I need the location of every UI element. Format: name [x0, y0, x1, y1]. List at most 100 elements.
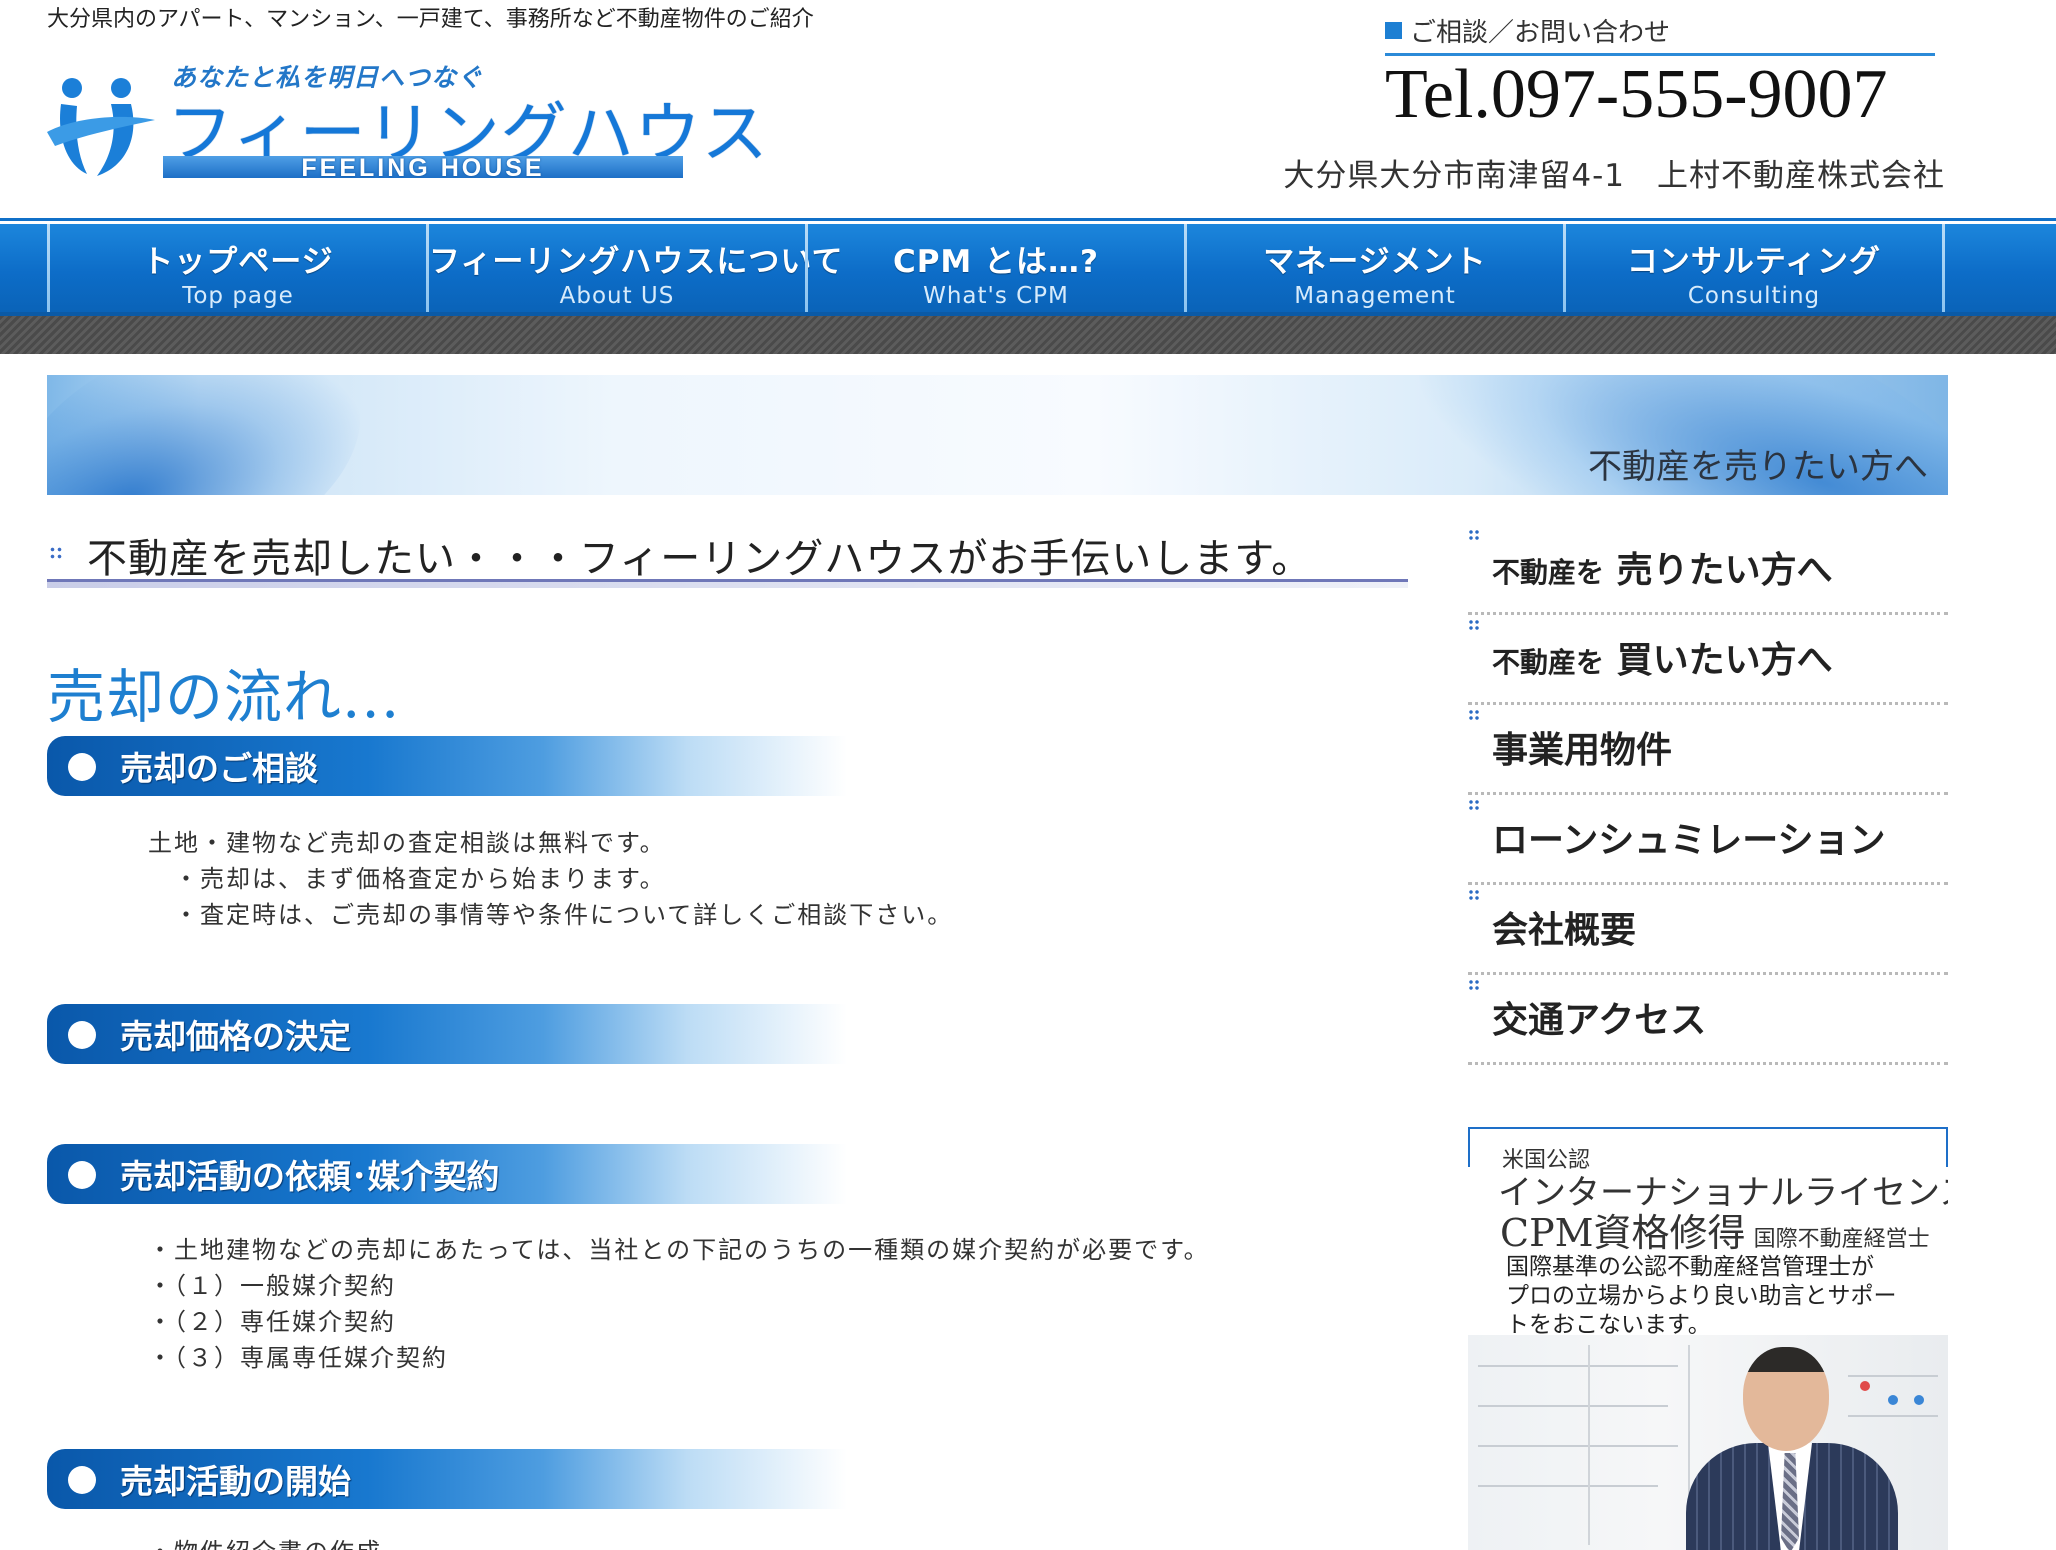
nav-separator	[1942, 224, 1945, 312]
sidebar-item-business[interactable]: 事業用物件	[1468, 705, 1948, 795]
nav-item-management[interactable]: マネージメント Management	[1187, 224, 1563, 312]
whiteboard-line	[1848, 1415, 1938, 1417]
dots-bullet-icon	[1468, 529, 1480, 541]
company-address: 大分県大分市南津留4-1 上村不動産株式会社	[1283, 158, 1945, 194]
step-label: 売却活動の開始	[120, 1462, 351, 1501]
step-header-consultation: 売却のご相談	[47, 736, 847, 796]
step-text-line: ・土地建物などの売却にあたっては、当社との下記のうちの一種類の媒介契約が必要です…	[148, 1236, 1210, 1264]
sidebar-item-buy[interactable]: 不動産を 買いたい方へ	[1468, 615, 1948, 705]
sidebar-item-loan-simulation[interactable]: ローンシュミレーション	[1468, 795, 1948, 885]
sidebar-item-label: 不動産を 売りたい方へ	[1492, 541, 1833, 593]
cpm-desc-line: プロの立場からより良い助言とサポー	[1506, 1283, 1897, 1309]
nav-item-sublabel: About US	[559, 283, 675, 309]
site-logo[interactable]: あなたと私を明日へつなぐ フィーリングハウス FEELING HOUSE	[47, 58, 768, 186]
step-body-consultation: 土地・建物など売却の査定相談は無料です。 ・売却は、まず価格査定から始まります。…	[148, 825, 953, 933]
phone-number[interactable]: Tel.097-555-9007	[1385, 58, 1935, 132]
nav-item-label: フィーリングハウスについて	[429, 244, 844, 280]
staff-photo	[1468, 1335, 1948, 1550]
circle-bullet-icon	[68, 1466, 96, 1494]
sidebar-item-access[interactable]: 交通アクセス	[1468, 975, 1948, 1065]
nav-item-sublabel: Top page	[182, 283, 294, 309]
contact-label: ご相談／お問い合わせ	[1385, 10, 1935, 50]
cpm-promo-banner[interactable]: 米国公認 インターナショナルライセンス CPM資格修得 国際不動産経営士 国際基準…	[1468, 1127, 1948, 1550]
whiteboard-line	[1478, 1365, 1678, 1367]
contact-label-text: ご相談／お問い合わせ	[1410, 17, 1671, 48]
whiteboard-line	[1848, 1375, 1938, 1377]
sidebar-item-label: 不動産を 買いたい方へ	[1492, 631, 1833, 683]
sidebar-item-label: 交通アクセス	[1492, 1000, 1707, 1041]
step-body-start: ・物件紹介書の作成	[148, 1534, 382, 1550]
step-label: 売却価格の決定	[120, 1017, 351, 1056]
whiteboard-line	[1588, 1345, 1590, 1545]
step-text-line: ・売却は、まず価格査定から始まります。	[174, 865, 666, 893]
step-text-line: ・物件紹介書の作成	[148, 1534, 382, 1550]
step-label: 売却活動の依頼･媒介契約	[120, 1157, 500, 1196]
sidebar-item-sell[interactable]: 不動産を 売りたい方へ	[1468, 525, 1948, 615]
step-header-contract: 売却活動の依頼･媒介契約	[47, 1144, 847, 1204]
nav-item-top[interactable]: トップページ Top page	[50, 224, 426, 312]
page-title: 不動産を売却したい・・・フィーリングハウスがお手伝いします。	[47, 524, 1408, 588]
title-underline-shade	[47, 582, 1408, 588]
site-tagline: 大分県内のアパート、マンション、一戸建て、事務所など不動産物件のご紹介	[47, 7, 814, 32]
nav-item-sublabel: What's CPM	[923, 283, 1069, 309]
sidebar-item-label: 会社概要	[1492, 910, 1637, 951]
whiteboard-line	[1478, 1485, 1658, 1487]
page-title-text: 不動産を売却したい・・・フィーリングハウスがお手伝いします。	[87, 536, 1313, 582]
sidebar-item-company[interactable]: 会社概要	[1468, 885, 1948, 975]
square-bullet-icon	[1385, 21, 1402, 39]
step-body-contract: ・土地建物などの売却にあたっては、当社との下記のうちの一種類の媒介契約が必要です…	[148, 1232, 1210, 1376]
cpm-line-3: CPM資格修得 国際不動産経営士	[1500, 1202, 1930, 1257]
logo-mark-icon	[47, 78, 155, 176]
cpm-desc-line: 国際基準の公認不動産経営管理士が	[1506, 1254, 1874, 1280]
dots-bullet-icon	[1468, 619, 1480, 631]
sidebar-item-label: 事業用物件	[1492, 730, 1673, 771]
sidebar-item-prefix: 不動産を	[1492, 646, 1605, 679]
dots-bullet-icon	[1468, 799, 1480, 811]
dots-bullet-icon	[1468, 889, 1480, 901]
circle-bullet-icon	[68, 753, 96, 781]
cpm-line-3-small: 国際不動産経営士	[1753, 1227, 1930, 1252]
magnet-icon	[1888, 1395, 1898, 1405]
magnet-icon	[1914, 1395, 1924, 1405]
nav-item-consulting[interactable]: コンサルティング Consulting	[1566, 224, 1942, 312]
cpm-description: 国際基準の公認不動産経営管理士が プロの立場からより良い助言とサポー トをおこな…	[1506, 1253, 1936, 1340]
circle-bullet-icon	[68, 1021, 96, 1049]
sidebar-item-text: 売りたい方へ	[1616, 550, 1833, 591]
cpm-line-3-main: CPM資格修得	[1500, 1211, 1746, 1255]
banner-title: 不動産を売りたい方へ	[1588, 447, 1928, 487]
step-text-line: ・（１）一般媒介契約	[148, 1272, 396, 1300]
flow-heading: 売却の流れ...	[47, 663, 401, 731]
contact-block: ご相談／お問い合わせ Tel.097-555-9007	[1385, 10, 1935, 132]
nav-item-label: トップページ	[142, 244, 334, 280]
sidebar-menu: 不動産を 売りたい方へ 不動産を 買いたい方へ 事業用物件 ローンシュミレーショ…	[1468, 525, 1948, 1065]
dots-bullet-icon	[1468, 979, 1480, 991]
step-text-line: ・（２）専任媒介契約	[148, 1308, 396, 1336]
decorative-stripe	[0, 316, 2056, 354]
sidebar-item-prefix: 不動産を	[1492, 556, 1605, 589]
logo-english-name: FEELING HOUSE	[301, 154, 545, 182]
sidebar-item-text: 買いたい方へ	[1616, 640, 1833, 681]
page-banner: 不動産を売りたい方へ	[47, 375, 1948, 495]
nav-item-about[interactable]: フィーリングハウスについて About US	[429, 224, 844, 312]
dots-bullet-icon	[1468, 709, 1480, 721]
sidebar-item-label: ローンシュミレーション	[1492, 820, 1886, 861]
circle-bullet-icon	[68, 1161, 96, 1189]
nav-top-border	[0, 218, 2056, 221]
global-nav: トップページ Top page フィーリングハウスについて About US C…	[0, 224, 2056, 312]
nav-item-label: コンサルティング	[1626, 244, 1882, 280]
step-label: 売却のご相談	[120, 749, 318, 788]
step-header-start: 売却活動の開始	[47, 1449, 847, 1509]
nav-item-cpm[interactable]: CPM とは…? What's CPM	[808, 224, 1184, 312]
step-text-line: ・（３）専属専任媒介契約	[148, 1344, 448, 1372]
nav-item-sublabel: Management	[1294, 283, 1456, 309]
step-header-price: 売却価格の決定	[47, 1004, 847, 1064]
whiteboard-line	[1478, 1405, 1668, 1407]
whiteboard-line	[1478, 1445, 1678, 1447]
nav-item-sublabel: Consulting	[1687, 283, 1821, 309]
magnet-icon	[1860, 1381, 1870, 1391]
dots-bullet-icon	[49, 546, 63, 560]
banner-swoosh-left	[47, 375, 394, 495]
person-head	[1743, 1347, 1829, 1451]
step-text-line: 土地・建物など売却の査定相談は無料です。	[148, 829, 666, 857]
step-text-line: ・査定時は、ご売却の事情等や条件について詳しくご相談下さい。	[174, 901, 954, 929]
